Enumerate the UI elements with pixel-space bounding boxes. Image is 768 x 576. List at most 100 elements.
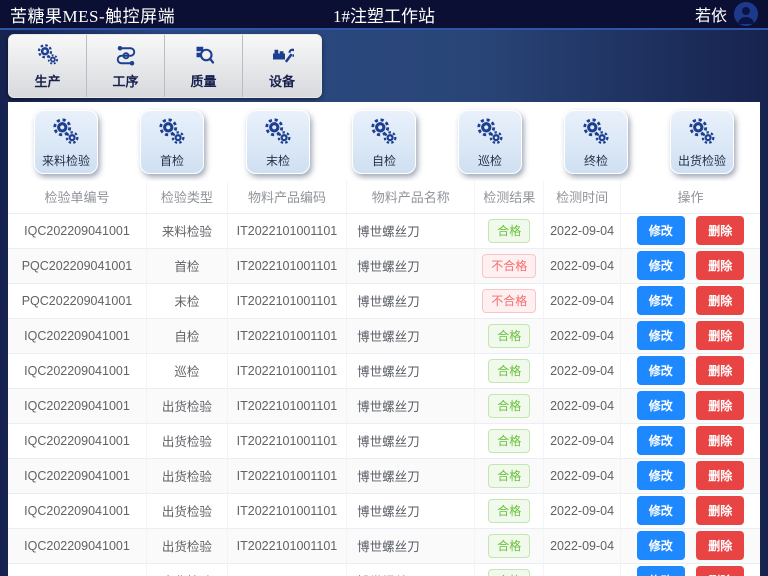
material-code-cell: IT2022101001101 bbox=[227, 248, 346, 283]
material-code-cell: IT2022101001101 bbox=[227, 423, 346, 458]
gears-icon bbox=[157, 111, 187, 152]
delete-button[interactable]: 删除 bbox=[696, 531, 744, 560]
col-header-actions: 操作 bbox=[620, 181, 760, 213]
equipment-wrench-icon bbox=[270, 42, 294, 68]
material-code-cell: IT2022101001101 bbox=[227, 458, 346, 493]
inspection-id-cell: IQC202209041001 bbox=[8, 353, 146, 388]
delete-button[interactable]: 删除 bbox=[696, 321, 744, 350]
actions-cell: 修改 删除 bbox=[620, 213, 760, 248]
result-badge: 合格 bbox=[488, 499, 530, 523]
nav-process-button[interactable]: 工序 bbox=[87, 35, 165, 97]
actions-cell: 修改 删除 bbox=[620, 528, 760, 563]
result-cell: 合格 bbox=[475, 318, 544, 353]
inspection-type-cell: 出货检验 bbox=[146, 563, 227, 576]
inspection-id-cell: IQC202209041001 bbox=[8, 458, 146, 493]
actions-cell: 修改 删除 bbox=[620, 353, 760, 388]
nav-strip: 生产 工序 bbox=[0, 30, 768, 102]
inspection-button[interactable]: 来料检验 bbox=[34, 110, 98, 174]
edit-button[interactable]: 修改 bbox=[637, 216, 685, 245]
delete-button[interactable]: 删除 bbox=[696, 426, 744, 455]
nav-label: 生产 bbox=[34, 71, 60, 90]
material-code-cell: IT2022101001101 bbox=[227, 283, 346, 318]
inspection-date-cell: 2022-09-04 bbox=[544, 283, 621, 318]
edit-button[interactable]: 修改 bbox=[637, 251, 685, 280]
delete-button[interactable]: 删除 bbox=[696, 356, 744, 385]
result-cell: 不合格 bbox=[475, 248, 544, 283]
table-header-row: 检验单编号 检验类型 物料产品编码 物料产品名称 检测结果 检测时间 操作 bbox=[8, 181, 760, 213]
material-code-cell: IT2022101001101 bbox=[227, 493, 346, 528]
nav-equipment-button[interactable]: 设备 bbox=[243, 35, 321, 97]
table-row: IQC202209041001 出货检验 IT2022101001101 博世螺… bbox=[8, 493, 760, 528]
actions-cell: 修改 删除 bbox=[620, 388, 760, 423]
gears-icon bbox=[369, 111, 399, 152]
material-code-cell: IT2022101001101 bbox=[227, 388, 346, 423]
col-header-material-code: 物料产品编码 bbox=[227, 181, 346, 213]
result-badge: 合格 bbox=[488, 534, 530, 558]
gears-icon bbox=[36, 42, 60, 68]
result-badge: 合格 bbox=[488, 464, 530, 488]
inspection-type-cell: 来料检验 bbox=[146, 213, 227, 248]
user-menu[interactable]: 若依 bbox=[695, 2, 758, 26]
inspection-type-cell: 自检 bbox=[146, 318, 227, 353]
material-code-cell: IT2022101001101 bbox=[227, 353, 346, 388]
table-row: IQC202209041001 出货检验 IT2022101001101 博世螺… bbox=[8, 458, 760, 493]
edit-button[interactable]: 修改 bbox=[637, 496, 685, 525]
inspection-id-cell: IQC202209041001 bbox=[8, 213, 146, 248]
result-badge: 合格 bbox=[488, 429, 530, 453]
inspection-buttons-row: 来料检验 首检 bbox=[8, 102, 760, 181]
result-cell: 合格 bbox=[475, 528, 544, 563]
result-badge: 合格 bbox=[488, 219, 530, 243]
result-cell: 合格 bbox=[475, 563, 544, 576]
inspection-id-cell: IQC202209041001 bbox=[8, 493, 146, 528]
user-avatar-icon[interactable] bbox=[734, 2, 758, 26]
result-badge: 合格 bbox=[488, 359, 530, 383]
delete-button[interactable]: 删除 bbox=[696, 566, 744, 576]
delete-button[interactable]: 删除 bbox=[696, 461, 744, 490]
inspection-button[interactable]: 终检 bbox=[564, 110, 628, 174]
col-header-inspection-id: 检验单编号 bbox=[8, 181, 146, 213]
col-header-inspection-type: 检验类型 bbox=[146, 181, 227, 213]
edit-button[interactable]: 修改 bbox=[637, 426, 685, 455]
edit-button[interactable]: 修改 bbox=[637, 286, 685, 315]
inspection-table: 检验单编号 检验类型 物料产品编码 物料产品名称 检测结果 检测时间 操作 IQ… bbox=[8, 181, 760, 576]
inspection-type-cell: 出货检验 bbox=[146, 388, 227, 423]
edit-button[interactable]: 修改 bbox=[637, 566, 685, 576]
material-name-cell: 博世螺丝刀 bbox=[347, 283, 475, 318]
edit-button[interactable]: 修改 bbox=[637, 531, 685, 560]
table-row: IQC202209041001 自检 IT2022101001101 博世螺丝刀… bbox=[8, 318, 760, 353]
inspection-button[interactable]: 巡检 bbox=[458, 110, 522, 174]
inspection-button[interactable]: 末检 bbox=[246, 110, 310, 174]
delete-button[interactable]: 删除 bbox=[696, 216, 744, 245]
edit-button[interactable]: 修改 bbox=[637, 356, 685, 385]
nav-quality-button[interactable]: 质量 bbox=[165, 35, 243, 97]
inspection-date-cell: 2022-09-04 bbox=[544, 213, 621, 248]
delete-button[interactable]: 删除 bbox=[696, 286, 744, 315]
gears-icon bbox=[687, 111, 717, 152]
result-badge: 不合格 bbox=[482, 289, 536, 313]
inspection-date-cell: 2022-09-04 bbox=[544, 563, 621, 576]
result-cell: 合格 bbox=[475, 493, 544, 528]
edit-button[interactable]: 修改 bbox=[637, 391, 685, 420]
inspection-date-cell: 2022-09-04 bbox=[544, 353, 621, 388]
inspection-type-cell: 出货检验 bbox=[146, 493, 227, 528]
table-row: IQC202209041001 出货检验 IT2022101001101 博世螺… bbox=[8, 528, 760, 563]
inspection-button[interactable]: 首检 bbox=[140, 110, 204, 174]
col-header-date: 检测时间 bbox=[544, 181, 621, 213]
nav-production-button[interactable]: 生产 bbox=[9, 35, 87, 97]
edit-button[interactable]: 修改 bbox=[637, 461, 685, 490]
quality-search-icon bbox=[192, 42, 216, 68]
col-header-material-name: 物料产品名称 bbox=[347, 181, 475, 213]
material-name-cell: 博世螺丝刀 bbox=[347, 248, 475, 283]
inspection-button[interactable]: 自检 bbox=[352, 110, 416, 174]
result-badge: 合格 bbox=[488, 324, 530, 348]
inspection-button[interactable]: 出货检验 bbox=[670, 110, 734, 174]
delete-button[interactable]: 删除 bbox=[696, 251, 744, 280]
inspection-date-cell: 2022-09-04 bbox=[544, 528, 621, 563]
material-name-cell: 博世螺丝刀 bbox=[347, 353, 475, 388]
actions-cell: 修改 删除 bbox=[620, 423, 760, 458]
delete-button[interactable]: 删除 bbox=[696, 496, 744, 525]
inspection-date-cell: 2022-09-04 bbox=[544, 248, 621, 283]
material-code-cell: IT2022101001101 bbox=[227, 528, 346, 563]
edit-button[interactable]: 修改 bbox=[637, 321, 685, 350]
delete-button[interactable]: 删除 bbox=[696, 391, 744, 420]
